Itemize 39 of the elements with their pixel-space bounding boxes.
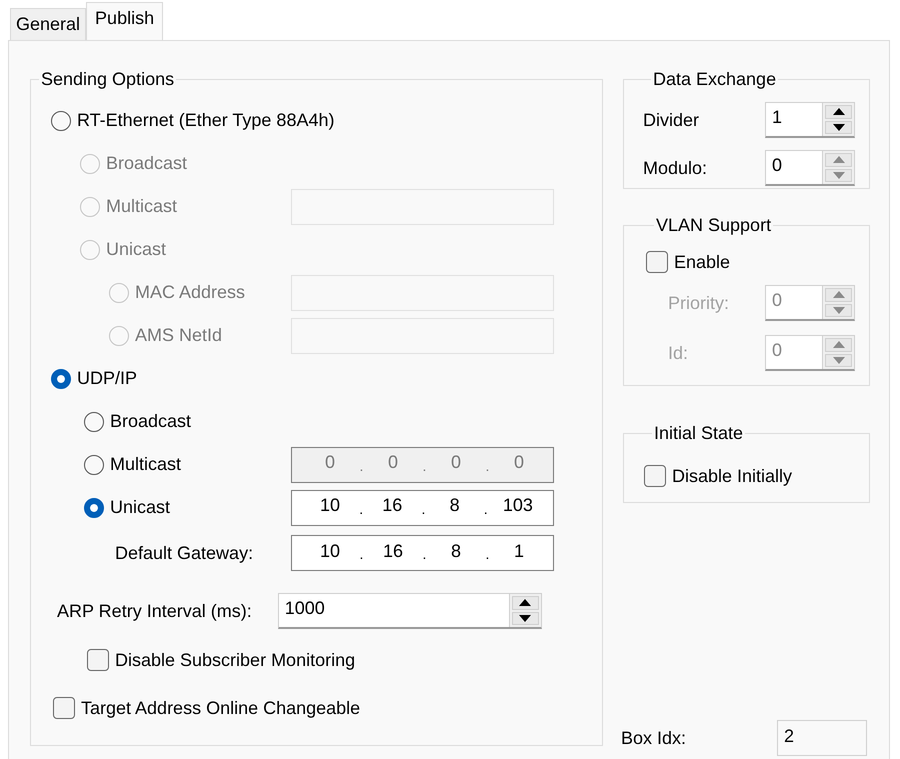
checkbox[interactable] [87, 649, 109, 671]
checkbox-label: Disable Subscriber Monitoring [115, 650, 356, 670]
radio-button[interactable] [84, 498, 104, 518]
radio-button[interactable] [51, 110, 71, 130]
radio-button[interactable] [51, 368, 71, 388]
radio-label: MAC Address [135, 282, 246, 303]
checkbox[interactable] [53, 697, 75, 719]
radio-label: RT-Ethernet (Ether Type 88A4h) [77, 110, 334, 131]
field-label: Modulo: [643, 158, 708, 178]
radio-label: Broadcast [106, 153, 188, 174]
checkbox-label: Enable [674, 252, 730, 272]
checkbox[interactable] [644, 465, 666, 487]
checkbox-label: Target Address Online Changeable [81, 698, 360, 718]
tab[interactable]: General [10, 8, 86, 40]
field-label: Id: [668, 342, 688, 364]
field-label: ARP Retry Interval (ms): [57, 600, 252, 622]
number-field[interactable]: 2 [777, 720, 867, 756]
group-title: VLAN Support [655, 214, 772, 236]
field-label: Default Gateway: [115, 542, 254, 564]
tab[interactable]: Publish [86, 2, 164, 40]
ip-address-field[interactable]: 10 . 16 . 8 . 103 [291, 490, 554, 526]
radio-label: Broadcast [110, 411, 192, 432]
radio-button[interactable] [84, 454, 104, 474]
radio-label: AMS NetId [135, 325, 222, 346]
checkbox[interactable] [646, 251, 668, 273]
field-label: Divider [643, 110, 700, 130]
radio-label: Unicast [106, 239, 166, 260]
group-title: Initial State [653, 422, 744, 444]
radio-button[interactable] [84, 412, 104, 432]
radio-label: Unicast [110, 497, 170, 518]
radio-label: Multicast [106, 196, 178, 217]
field-label: Priority: [668, 292, 730, 314]
group-title: Data Exchange [652, 68, 778, 90]
group-title: Sending Options [40, 68, 176, 90]
checkbox-label: Disable Initially [672, 466, 792, 486]
radio-label: UDP/IP [77, 368, 138, 389]
field-label: Box Idx: [621, 728, 686, 748]
ip-address-field[interactable]: 10 . 16 . 8 . 1 [291, 535, 554, 571]
radio-label: Multicast [110, 454, 182, 475]
